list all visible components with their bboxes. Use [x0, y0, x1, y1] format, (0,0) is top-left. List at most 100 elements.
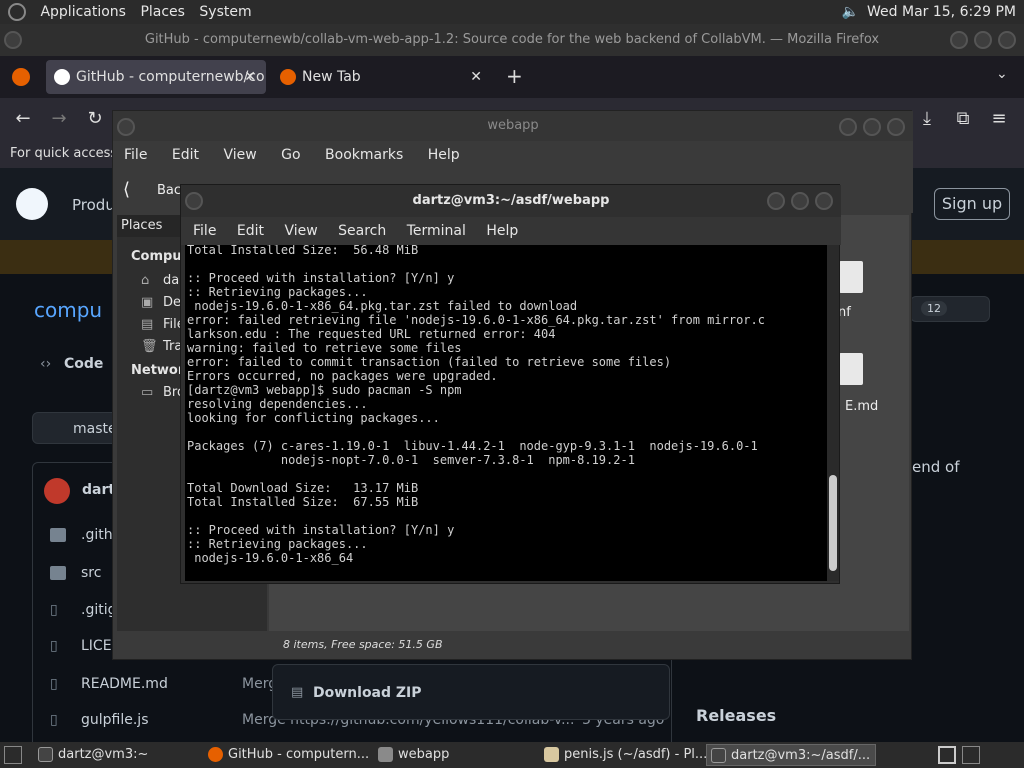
- workspace-icon[interactable]: [962, 746, 980, 764]
- menu-applications[interactable]: Applications: [40, 4, 126, 20]
- repo-name[interactable]: compu: [34, 298, 102, 322]
- avatar[interactable]: [44, 478, 70, 504]
- taskbar-label: webapp: [398, 747, 450, 762]
- system-top-panel: Applications Places System 🔈 Wed Mar 15,…: [0, 0, 1024, 24]
- taskbar-label: penis.js (~/asdf) - Pl...: [564, 747, 708, 762]
- folder-icon: [50, 566, 66, 580]
- terminal-icon: [38, 747, 53, 762]
- firefox-titlebar: GitHub - computernewb/collab-vm-web-app-…: [0, 24, 1024, 56]
- file-link[interactable]: LICE: [81, 638, 112, 654]
- file-link[interactable]: README.md: [81, 676, 168, 692]
- maximize-button[interactable]: [791, 192, 809, 210]
- menu-help[interactable]: Help: [486, 223, 518, 239]
- taskbar-item-terminal-active[interactable]: dartz@vm3:~/asdf/...: [706, 744, 876, 766]
- menu-view[interactable]: View: [223, 147, 256, 163]
- file-icon: ▯: [50, 712, 58, 728]
- editor-icon: [544, 747, 559, 762]
- taskbar-label: GitHub - computern...: [228, 747, 370, 762]
- minimize-button[interactable]: [767, 192, 785, 210]
- reload-icon[interactable]: ↻: [82, 106, 108, 132]
- firefox-icon: [208, 747, 223, 762]
- terminal-titlebar: dartz@vm3:~/asdf/webapp: [181, 185, 841, 217]
- network-icon: ▭: [141, 385, 154, 400]
- taskbar-item-firefox[interactable]: GitHub - computern...: [204, 744, 372, 766]
- home-icon: ⌂: [141, 273, 150, 288]
- list-tabs-icon[interactable]: ⌄: [996, 66, 1008, 82]
- menu-go[interactable]: Go: [281, 147, 300, 163]
- window-title: GitHub - computernewb/collab-vm-web-app-…: [144, 32, 880, 47]
- maximize-button[interactable]: [863, 118, 881, 136]
- close-tab-icon[interactable]: ✕: [470, 60, 482, 94]
- forward-icon[interactable]: →: [46, 106, 72, 132]
- downloads-icon[interactable]: ⤓: [914, 106, 940, 132]
- maximize-button[interactable]: [974, 31, 992, 49]
- window-menu-button[interactable]: [117, 118, 135, 136]
- file-label[interactable]: E.md: [845, 399, 878, 414]
- menu-places[interactable]: Places: [140, 4, 185, 20]
- tab-label: New Tab: [302, 69, 361, 85]
- clock[interactable]: Wed Mar 15, 6:29 PM: [867, 4, 1016, 20]
- file-icon: ▯: [50, 602, 58, 618]
- window-menu-button[interactable]: [4, 31, 22, 49]
- terminal-output[interactable]: Total Installed Size: 56.48 MiB :: Proce…: [185, 245, 827, 581]
- menu-edit[interactable]: Edit: [172, 147, 199, 163]
- firefox-view-icon[interactable]: [12, 68, 30, 86]
- close-button[interactable]: [815, 192, 833, 210]
- tab-github[interactable]: GitHub - computernewb/co ✕: [46, 60, 266, 94]
- about-text: end of: [912, 458, 960, 476]
- volume-icon[interactable]: 🔈: [842, 4, 859, 20]
- branch-button[interactable]: maste: [32, 412, 122, 444]
- close-button[interactable]: [998, 31, 1016, 49]
- system-menubar: Applications Places System: [8, 3, 262, 21]
- file-icon[interactable]: [839, 353, 863, 385]
- menu-search[interactable]: Search: [338, 223, 386, 239]
- menu-bookmarks[interactable]: Bookmarks: [325, 147, 403, 163]
- firefox-tabbar: GitHub - computernewb/co ✕ New Tab ✕ + ⌄: [0, 56, 1024, 98]
- file-manager-menubar: File Edit View Go Bookmarks Help: [113, 141, 913, 169]
- tab-label: GitHub - computernewb/co: [76, 69, 265, 85]
- menu-view[interactable]: View: [284, 223, 317, 239]
- download-zip-menu: ▤ Download ZIP: [272, 664, 670, 720]
- show-desktop-icon[interactable]: [4, 746, 22, 764]
- menu-file[interactable]: File: [193, 223, 216, 239]
- file-icon[interactable]: [839, 261, 863, 293]
- menu-file[interactable]: File: [124, 147, 147, 163]
- github-logo-icon[interactable]: [16, 188, 48, 220]
- window-menu-button[interactable]: [185, 192, 203, 210]
- file-link[interactable]: src: [81, 565, 101, 581]
- minimize-button[interactable]: [839, 118, 857, 136]
- signup-button[interactable]: Sign up: [934, 188, 1010, 220]
- tab-new[interactable]: New Tab ✕: [272, 60, 492, 94]
- extensions-icon[interactable]: ⧉: [950, 106, 976, 132]
- close-tab-icon[interactable]: ✕: [244, 60, 256, 94]
- new-tab-icon[interactable]: +: [506, 64, 523, 88]
- nav-product[interactable]: Produ: [72, 196, 115, 214]
- workspace-switcher-icon[interactable]: [938, 746, 956, 764]
- close-button[interactable]: [887, 118, 905, 136]
- code-icon: ‹›: [40, 356, 52, 372]
- status-bar: 8 items, Free space: 51.5 GB: [269, 633, 909, 657]
- taskbar-item-editor[interactable]: penis.js (~/asdf) - Pl...: [540, 744, 708, 766]
- folder-icon: [50, 528, 66, 542]
- file-link[interactable]: gulpfile.js: [81, 712, 149, 728]
- releases-heading[interactable]: Releases: [696, 706, 776, 725]
- download-zip-button[interactable]: Download ZIP: [313, 685, 422, 701]
- terminal-text: Total Installed Size: 56.48 MiB :: Proce…: [187, 245, 765, 565]
- os-logo-icon: [8, 3, 26, 21]
- menu-edit[interactable]: Edit: [237, 223, 264, 239]
- menu-system[interactable]: System: [199, 4, 251, 20]
- hamburger-menu-icon[interactable]: ≡: [986, 106, 1012, 132]
- scrollbar-thumb[interactable]: [829, 475, 837, 571]
- minimize-button[interactable]: [950, 31, 968, 49]
- back-icon[interactable]: ⟨: [123, 179, 130, 200]
- back-icon[interactable]: ←: [10, 106, 36, 132]
- menu-terminal[interactable]: Terminal: [407, 223, 466, 239]
- taskbar-item-terminal[interactable]: dartz@vm3:~: [34, 744, 202, 766]
- menu-help[interactable]: Help: [428, 147, 460, 163]
- terminal-scrollbar[interactable]: [827, 245, 839, 581]
- tab-code[interactable]: Code: [64, 356, 103, 372]
- taskbar: dartz@vm3:~ GitHub - computern... webapp…: [0, 742, 1024, 768]
- taskbar-item-webapp[interactable]: webapp: [374, 744, 534, 766]
- star-button[interactable]: 12: [910, 296, 990, 322]
- trash-icon: 🗑: [141, 339, 158, 354]
